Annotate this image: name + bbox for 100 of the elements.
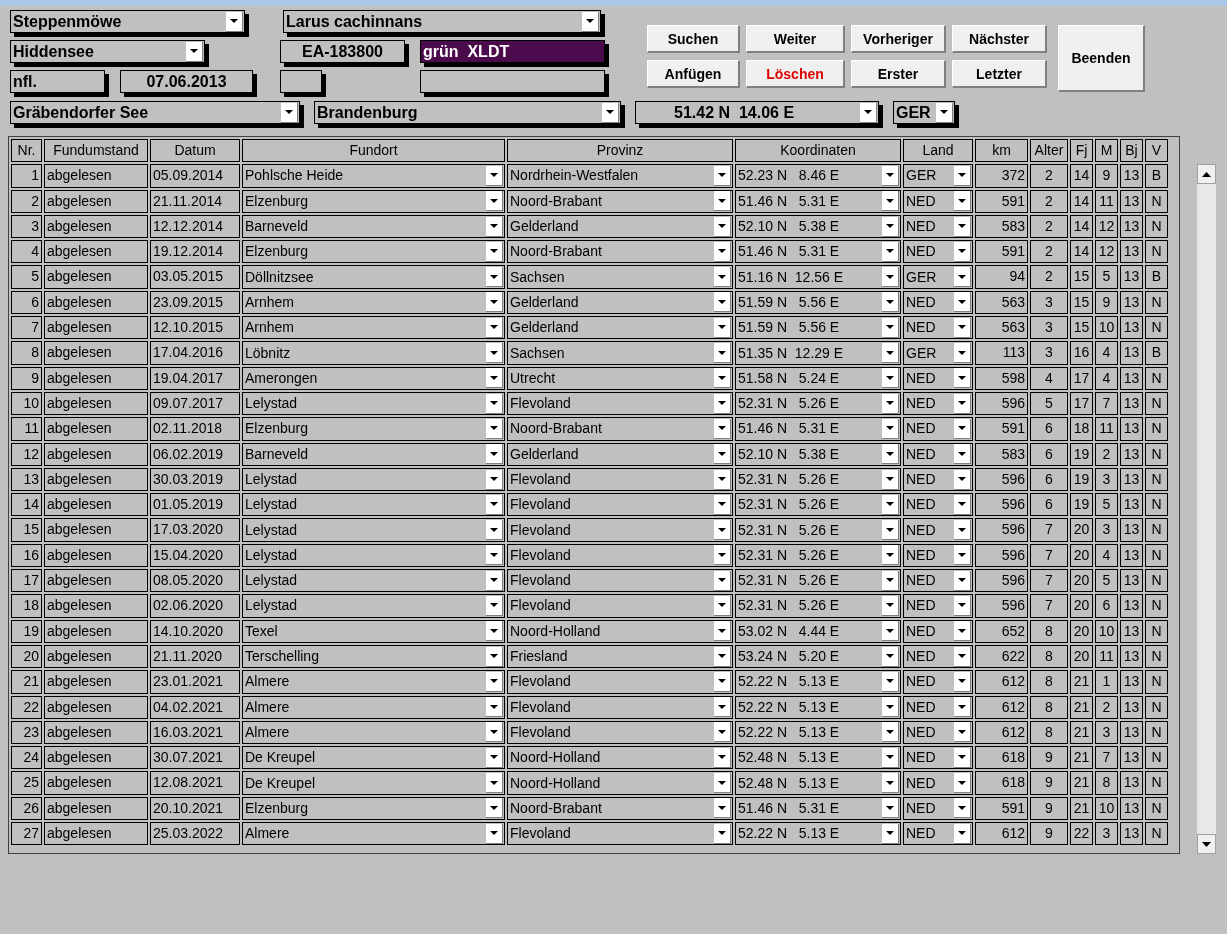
table-combo-cell[interactable]: Sachsen bbox=[507, 341, 733, 365]
dropdown-button[interactable] bbox=[486, 469, 503, 490]
table-combo-cell[interactable]: Flevoland bbox=[507, 543, 733, 568]
table-combo-cell[interactable]: Flevoland bbox=[507, 670, 733, 694]
dropdown-button[interactable] bbox=[714, 520, 731, 541]
table-combo-cell[interactable]: 51.46 N 5.31 E bbox=[735, 240, 901, 264]
table-combo-cell[interactable]: 51.46 N 5.31 E bbox=[735, 189, 901, 213]
dropdown-button[interactable] bbox=[954, 216, 971, 237]
dropdown-button[interactable] bbox=[486, 545, 503, 566]
exit-button[interactable]: Beenden bbox=[1058, 25, 1145, 92]
dropdown-button[interactable] bbox=[486, 343, 503, 363]
table-combo-cell[interactable]: Texel bbox=[242, 619, 505, 643]
dropdown-button[interactable] bbox=[882, 545, 899, 566]
dropdown-button[interactable] bbox=[486, 798, 503, 819]
dropdown-button[interactable] bbox=[954, 545, 971, 566]
table-combo-cell[interactable]: 52.31 N 5.26 E bbox=[735, 467, 901, 492]
table-combo-cell[interactable]: Terschelling bbox=[242, 644, 505, 669]
table-combo-cell[interactable]: Arnhem bbox=[242, 290, 505, 315]
dropdown-button[interactable] bbox=[882, 747, 899, 768]
dropdown-button[interactable] bbox=[486, 267, 503, 288]
table-combo-cell[interactable]: Noord-Holland bbox=[507, 619, 733, 643]
table-combo-cell[interactable]: Flevoland bbox=[507, 720, 733, 745]
table-combo-cell[interactable]: NED bbox=[903, 493, 973, 517]
form-button[interactable]: Weiter bbox=[746, 25, 845, 53]
table-combo-cell[interactable]: Flevoland bbox=[507, 569, 733, 593]
table-combo-cell[interactable]: 53.24 N 5.20 E bbox=[735, 644, 901, 669]
dropdown-button[interactable] bbox=[882, 697, 899, 718]
table-combo-cell[interactable]: Lelystad bbox=[242, 467, 505, 492]
dropdown-button[interactable] bbox=[226, 11, 243, 32]
table-combo-cell[interactable]: NED bbox=[903, 695, 973, 719]
table-combo-cell[interactable]: NED bbox=[903, 569, 973, 593]
dropdown-button[interactable] bbox=[882, 798, 899, 819]
dropdown-button[interactable] bbox=[714, 241, 731, 262]
dropdown-button[interactable] bbox=[714, 469, 731, 490]
dropdown-button[interactable] bbox=[486, 494, 503, 515]
dropdown-button[interactable] bbox=[582, 11, 599, 32]
dropdown-button[interactable] bbox=[714, 798, 731, 819]
dropdown-button[interactable] bbox=[954, 671, 971, 692]
dropdown-button[interactable] bbox=[714, 292, 731, 313]
dropdown-button[interactable] bbox=[882, 292, 899, 313]
form-button[interactable]: Löschen bbox=[746, 60, 845, 88]
dropdown-button[interactable] bbox=[486, 520, 503, 541]
table-combo-cell[interactable]: Noord-Brabant bbox=[507, 189, 733, 213]
table-combo-cell[interactable]: Noord-Holland bbox=[507, 746, 733, 770]
dropdown-button[interactable] bbox=[281, 102, 298, 123]
table-combo-cell[interactable]: Elzenburg bbox=[242, 796, 505, 820]
form-button[interactable]: Letzter bbox=[952, 60, 1047, 88]
dropdown-button[interactable] bbox=[714, 621, 731, 642]
table-combo-cell[interactable]: Nordrhein-Westfalen bbox=[507, 164, 733, 188]
table-combo-cell[interactable]: Gelderland bbox=[507, 316, 733, 340]
dropdown-button[interactable] bbox=[714, 418, 731, 439]
table-combo-cell[interactable]: 52.31 N 5.26 E bbox=[735, 569, 901, 593]
dropdown-button[interactable] bbox=[486, 596, 503, 616]
dropdown-button[interactable] bbox=[882, 343, 899, 363]
table-combo-cell[interactable]: 52.22 N 5.13 E bbox=[735, 720, 901, 745]
dropdown-button[interactable] bbox=[714, 267, 731, 288]
dropdown-button[interactable] bbox=[602, 102, 619, 123]
table-combo-cell[interactable]: 52.10 N 5.38 E bbox=[735, 214, 901, 239]
form-button[interactable]: Vorheriger bbox=[851, 25, 946, 53]
dropdown-button[interactable] bbox=[714, 570, 731, 591]
table-combo-cell[interactable]: 52.48 N 5.13 E bbox=[735, 771, 901, 795]
table-combo-cell[interactable]: Friesland bbox=[507, 644, 733, 669]
table-combo-cell[interactable]: Lelystad bbox=[242, 569, 505, 593]
table-combo-cell[interactable]: Utrecht bbox=[507, 366, 733, 390]
dropdown-button[interactable] bbox=[714, 216, 731, 237]
dropdown-button[interactable] bbox=[486, 241, 503, 262]
dropdown-button[interactable] bbox=[486, 747, 503, 768]
dropdown-button[interactable] bbox=[486, 292, 503, 313]
dropdown-button[interactable] bbox=[936, 102, 953, 123]
dropdown-button[interactable] bbox=[954, 343, 971, 363]
dropdown-button[interactable] bbox=[954, 697, 971, 718]
table-combo-cell[interactable]: Lelystad bbox=[242, 518, 505, 542]
dropdown-button[interactable] bbox=[486, 722, 503, 743]
table-combo-cell[interactable]: NED bbox=[903, 391, 973, 416]
table-combo-cell[interactable]: 52.31 N 5.26 E bbox=[735, 543, 901, 568]
table-combo-cell[interactable]: Barneveld bbox=[242, 442, 505, 466]
table-combo-cell[interactable]: Barneveld bbox=[242, 214, 505, 239]
dropdown-button[interactable] bbox=[954, 368, 971, 389]
dropdown-button[interactable] bbox=[714, 545, 731, 566]
table-combo-cell[interactable]: 53.02 N 4.44 E bbox=[735, 619, 901, 643]
table-combo-cell[interactable]: Amerongen bbox=[242, 366, 505, 390]
dropdown-button[interactable] bbox=[714, 368, 731, 389]
dropdown-button[interactable] bbox=[486, 216, 503, 237]
dropdown-button[interactable] bbox=[486, 697, 503, 718]
table-combo-cell[interactable]: 52.31 N 5.26 E bbox=[735, 594, 901, 618]
dropdown-button[interactable] bbox=[882, 520, 899, 541]
dropdown-button[interactable] bbox=[486, 671, 503, 692]
table-combo-cell[interactable]: NED bbox=[903, 290, 973, 315]
dropdown-button[interactable] bbox=[486, 368, 503, 389]
dropdown-button[interactable] bbox=[954, 191, 971, 212]
table-combo-cell[interactable]: 52.31 N 5.26 E bbox=[735, 518, 901, 542]
table-combo-cell[interactable]: NED bbox=[903, 796, 973, 820]
dropdown-button[interactable] bbox=[882, 368, 899, 389]
table-combo-cell[interactable]: NED bbox=[903, 214, 973, 239]
table-combo-cell[interactable]: Noord-Brabant bbox=[507, 240, 733, 264]
table-combo-cell[interactable]: NED bbox=[903, 594, 973, 618]
table-combo-cell[interactable]: 52.48 N 5.13 E bbox=[735, 746, 901, 770]
table-combo-cell[interactable]: 52.22 N 5.13 E bbox=[735, 822, 901, 846]
table-combo-cell[interactable]: Noord-Holland bbox=[507, 771, 733, 795]
dropdown-button[interactable] bbox=[882, 241, 899, 262]
